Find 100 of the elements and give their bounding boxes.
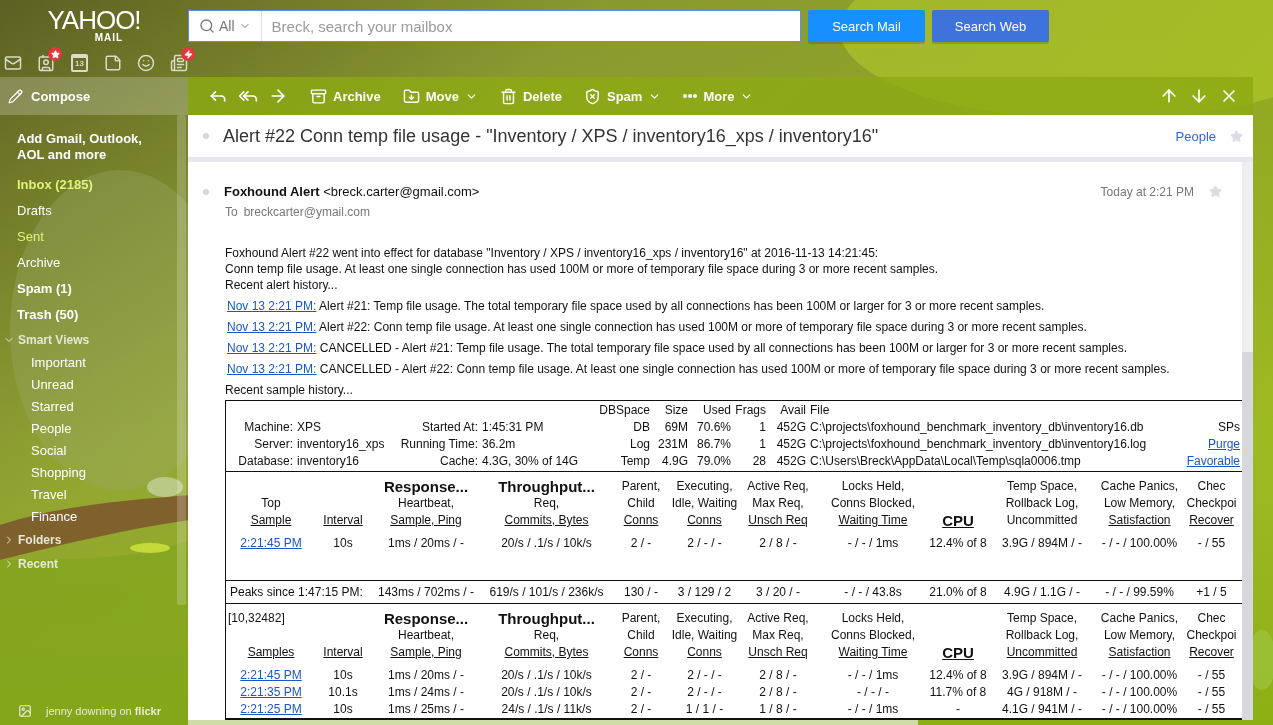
column-heading: Cache Panics, xyxy=(1100,610,1179,627)
alert-date-link[interactable]: Nov 13 2:21 PM: xyxy=(227,341,317,355)
sps-label: SPs xyxy=(1218,420,1240,434)
info-value: 36.2m xyxy=(481,436,517,453)
toolbar-button[interactable]: Move xyxy=(402,87,478,105)
sps-link[interactable]: Favorable xyxy=(1186,454,1240,468)
smart-view-link[interactable]: Important xyxy=(17,352,177,374)
logo[interactable]: YAHOO! xyxy=(47,8,141,32)
table-cell: 4.1G / 941M / - xyxy=(1001,702,1082,716)
search-field[interactable]: All Breck, search your mailbox xyxy=(188,10,801,42)
sample-time-link[interactable]: 2:21:45 PM xyxy=(240,536,302,550)
message-time: Today at 2:21 PM xyxy=(1100,184,1194,199)
sample-time-link[interactable]: 2:21:25 PM xyxy=(240,702,302,716)
table-cell-text: 3 / 20 / - xyxy=(755,584,801,601)
folder-link[interactable]: Sent xyxy=(17,224,177,250)
unread-dot xyxy=(203,188,209,195)
alert-date-link[interactable]: Nov 13 2:21 PM: xyxy=(227,362,317,376)
column-heading: Locks Held, xyxy=(841,610,905,627)
search-scope[interactable]: All xyxy=(219,18,235,34)
toolbar-button[interactable]: Delete xyxy=(499,87,562,105)
table-cell: 2 / - xyxy=(630,668,652,682)
table-cell-text: 130 / - xyxy=(623,584,659,601)
column-heading: Low Memory, xyxy=(1103,495,1176,512)
alert-date-link[interactable]: Nov 13 2:21 PM: xyxy=(227,320,317,334)
smart-view-link[interactable]: Shopping xyxy=(17,462,177,484)
star-icon[interactable] xyxy=(1209,185,1222,198)
notepad-icon[interactable] xyxy=(103,54,122,72)
table-cell: - / - / 1ms xyxy=(847,536,899,550)
column-heading: Idle, Waiting xyxy=(671,627,738,644)
ellipsis-icon xyxy=(683,94,698,98)
table-cell-text: C:\projects\foxhound_benchmark_inventory_db\inventory16.log xyxy=(809,436,1148,453)
table-cell-text: +1 / 5 xyxy=(1195,584,1228,601)
add-accounts-link[interactable]: Add Gmail, Outlook, AOL and more xyxy=(17,131,147,163)
table-cell-text: 452G xyxy=(775,436,806,453)
column-heading: Uncommitted xyxy=(1006,512,1078,529)
info-value: 4.3G, 30% of 14G xyxy=(481,453,580,470)
smart-view-link[interactable]: Travel xyxy=(17,484,177,506)
trash-icon xyxy=(499,87,517,105)
smart-view-link[interactable]: Unread xyxy=(17,374,177,396)
table-cell: - / - / - xyxy=(857,685,889,699)
sidebar-section[interactable]: Folders xyxy=(3,528,177,552)
table-cell: 20/s / .1/s / 10k/s xyxy=(501,536,592,550)
table-cell: 2 / - / - xyxy=(687,668,722,682)
table-cell-text: 452G xyxy=(775,419,806,436)
table-cell: - / 55 xyxy=(1197,536,1226,550)
shield-icon xyxy=(583,87,601,105)
table-cell: 12.4% of 8 xyxy=(929,536,987,550)
search-button[interactable]: Search Mail xyxy=(808,10,925,42)
sample-time-link[interactable]: 2:21:45 PM xyxy=(240,668,302,682)
search-button[interactable]: Search Web xyxy=(932,10,1049,42)
folder-link[interactable]: Drafts xyxy=(17,198,177,224)
column-heading: Top xyxy=(261,495,281,512)
column-heading: Idle, Waiting xyxy=(671,495,738,512)
table-cell: - / - / 100.00% xyxy=(1101,668,1178,682)
contacts-icon[interactable] xyxy=(37,54,56,72)
sidebar-section[interactable]: Smart Views xyxy=(3,328,177,352)
table-cell: - / - / 100.00% xyxy=(1101,685,1178,699)
smart-view-link[interactable]: Starred xyxy=(17,396,177,418)
table-cell-text: DB xyxy=(632,419,650,436)
smart-view-link[interactable]: People xyxy=(17,418,177,440)
smiley-icon[interactable] xyxy=(136,54,155,72)
search-icon xyxy=(199,18,215,34)
column-heading: DBSpace xyxy=(598,402,650,419)
toolbar-button[interactable]: Archive xyxy=(310,87,381,105)
info-label: Database: xyxy=(237,453,293,470)
scrollbar[interactable] xyxy=(1242,162,1253,720)
table-cell-text: 86.7% xyxy=(695,436,731,453)
column-heading: Samples xyxy=(247,644,295,661)
scrollbar[interactable] xyxy=(177,115,186,605)
column-heading: Child xyxy=(627,627,655,644)
table-cell: 12.4% of 8 xyxy=(929,668,987,682)
table-cell: 20/s / .1/s / 10k/s xyxy=(501,668,592,682)
column-heading: Conns xyxy=(623,512,659,529)
folder-link[interactable]: Archive xyxy=(17,250,177,276)
table-cell-text: C:\projects\foxhound_benchmark_inventory_db\inventory16.db xyxy=(809,419,1145,436)
folder-link[interactable]: Inbox (2185) xyxy=(17,172,177,198)
column-heading: Req, xyxy=(533,627,560,644)
alert-date-link[interactable]: Nov 13 2:21 PM: xyxy=(227,299,317,313)
people-link[interactable]: People xyxy=(1175,128,1216,144)
sidebar-section[interactable]: Recent xyxy=(3,552,177,576)
calendar-button[interactable]: 13 xyxy=(70,54,88,72)
compose-button[interactable]: Compose xyxy=(0,77,188,115)
sample-time-link[interactable]: 2:21:35 PM xyxy=(240,685,302,699)
folder-link[interactable]: Spam (1) xyxy=(17,276,177,302)
column-heading: Used xyxy=(702,402,731,419)
toolbar-button[interactable]: Spam xyxy=(583,87,662,105)
table-cell-text: 4.9G / 1.1G / - xyxy=(1003,584,1081,601)
column-heading: Max Req, xyxy=(752,627,804,644)
star-icon[interactable] xyxy=(1230,129,1243,143)
image-icon[interactable] xyxy=(18,704,32,718)
table-cell-text: 1 xyxy=(758,436,766,453)
column-heading: Low Memory, xyxy=(1103,627,1176,644)
smart-view-link[interactable]: Social xyxy=(17,440,177,462)
folder-link[interactable]: Trash (50) xyxy=(17,302,177,328)
column-heading: Conns xyxy=(623,644,659,661)
sps-link[interactable]: Purge xyxy=(1207,437,1240,451)
mail-icon[interactable] xyxy=(4,54,23,72)
table-cell-text: 619/s / 101/s / 236k/s xyxy=(488,584,605,601)
toolbar-button[interactable]: More xyxy=(683,88,754,104)
smart-view-link[interactable]: Finance xyxy=(17,506,177,528)
